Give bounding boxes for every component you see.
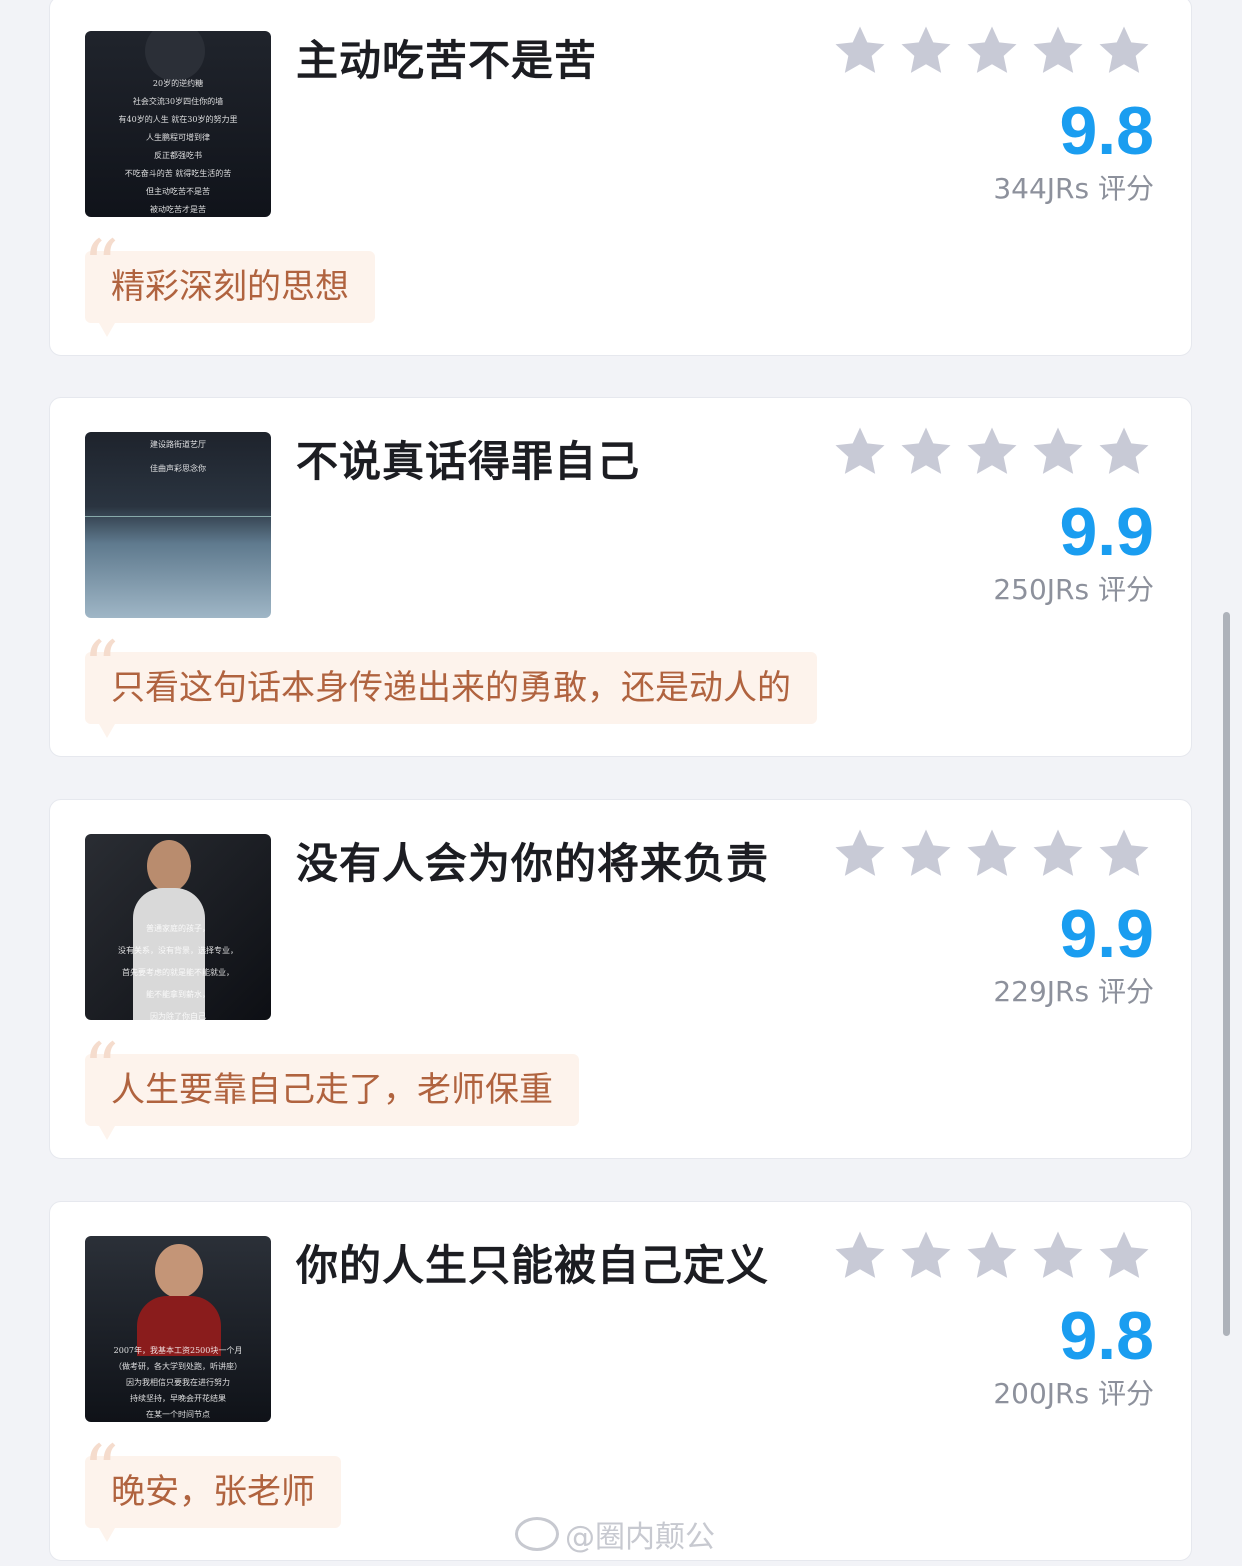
top-comment[interactable]: “ 晚安，张老师 [83, 1436, 341, 1542]
star-icon [835, 26, 885, 73]
rating-card[interactable]: 普通家庭的孩子， 没有关系，没有背景，选择专业， 首先要考虑的就是能不能就业， … [49, 799, 1192, 1159]
thumbnail-caption: 在某一个时间节点 [146, 1410, 210, 1419]
bubble-tail [99, 1126, 115, 1140]
video-thumbnail[interactable]: 普通家庭的孩子， 没有关系，没有背景，选择专业， 首先要考虑的就是能不能就业， … [85, 834, 271, 1020]
card-title[interactable]: 主动吃苦不是苦 [296, 27, 597, 88]
thumbnail-caption: 被动吃苦才是苦 [150, 205, 206, 214]
star-icon [1033, 1231, 1083, 1278]
rating-card[interactable]: 20岁的逆约糖 社会交流30岁四住你的墙 有40岁的人生 就在30岁的努力里 人… [49, 0, 1192, 356]
rating-score: 9.9 [1059, 896, 1154, 972]
thumbnail-caption: 佳曲声彩思念你 [150, 464, 206, 473]
star-rating [832, 23, 1152, 79]
scrollbar[interactable] [1223, 612, 1230, 1336]
star-icon [967, 1231, 1017, 1278]
star-icon [901, 26, 951, 73]
thumbnail-caption: 因为除了你自己 [150, 1012, 206, 1020]
rating-score: 9.9 [1059, 494, 1154, 570]
star-icon [1099, 1231, 1149, 1278]
top-comment[interactable]: “ 精彩深刻的思想 [83, 231, 375, 337]
star-icon [901, 427, 951, 474]
top-comment-text: 精彩深刻的思想 [111, 267, 349, 307]
thumbnail-caption: 能不能拿到薪水， [146, 990, 210, 999]
watermark: @圈内颠公 [515, 1512, 715, 1556]
top-comment-text: 晚安，张老师 [111, 1472, 315, 1512]
rating-count: 229JRs 评分 [993, 975, 1154, 1008]
thumbnail-caption: 人生鹏程可增到律 [146, 133, 210, 142]
weibo-icon [515, 1517, 559, 1551]
star-icon [835, 1231, 885, 1278]
thumbnail-caption: 建设路街道艺厅 [150, 440, 206, 449]
rating-score: 9.8 [1059, 1298, 1154, 1374]
star-icon [901, 1231, 951, 1278]
rating-card[interactable]: 2007年，我基本工资2500块一个月 （做考研，各大学到处跑，听讲座） 因为我… [49, 1201, 1192, 1561]
thumbnail-caption: 普通家庭的孩子， [146, 924, 210, 933]
thumbnail-caption: 首先要考虑的就是能不能就业， [122, 968, 234, 977]
star-icon [835, 427, 885, 474]
thumbnail-caption: 但主动吃苦不是苦 [146, 187, 210, 196]
thumbnail-caption: 20岁的逆约糖 [152, 79, 204, 88]
rating-count: 344JRs 评分 [993, 172, 1154, 205]
bubble-tail [99, 724, 115, 738]
thumbnail-caption: 反正都强吃书 [154, 151, 202, 160]
card-title[interactable]: 没有人会为你的将来负责 [296, 830, 769, 891]
star-icon [967, 427, 1017, 474]
star-icon [1099, 829, 1149, 876]
bubble-tail [99, 1528, 115, 1542]
top-comment[interactable]: “ 只看这句话本身传递出来的勇敢，还是动人的 [83, 632, 817, 738]
star-icon [1033, 829, 1083, 876]
star-icon [835, 829, 885, 876]
rating-card[interactable]: 建设路街道艺厅 佳曲声彩思念你 不说真话得罪自己 9.9 250JRs 评分 “… [49, 397, 1192, 757]
rating-count: 200JRs 评分 [993, 1377, 1154, 1410]
star-icon [1033, 427, 1083, 474]
star-rating [832, 1228, 1152, 1284]
video-thumbnail[interactable]: 建设路街道艺厅 佳曲声彩思念你 [85, 432, 271, 618]
thumbnail-caption: 没有关系，没有背景，选择专业， [118, 946, 238, 955]
rating-score: 9.8 [1059, 93, 1154, 169]
top-comment[interactable]: “ 人生要靠自己走了，老师保重 [83, 1034, 579, 1140]
star-icon [1033, 26, 1083, 73]
thumbnail-caption: 有40岁的人生 就在30岁的努力里 [118, 115, 238, 124]
card-title[interactable]: 不说真话得罪自己 [296, 428, 640, 489]
thumbnail-caption: 社会交流30岁四住你的墙 [132, 97, 224, 106]
star-icon [1099, 427, 1149, 474]
star-rating [832, 424, 1152, 480]
star-icon [901, 829, 951, 876]
watermark-text: @圈内颠公 [565, 1520, 715, 1555]
top-comment-text: 人生要靠自己走了，老师保重 [111, 1070, 553, 1110]
star-rating [832, 826, 1152, 882]
star-icon [1099, 26, 1149, 73]
top-comment-text: 只看这句话本身传递出来的勇敢，还是动人的 [111, 668, 791, 708]
thumbnail-caption: 不吃奋斗的苦 就得吃生活的苦 [124, 169, 232, 178]
bubble-tail [99, 323, 115, 337]
video-thumbnail[interactable]: 2007年，我基本工资2500块一个月 （做考研，各大学到处跑，听讲座） 因为我… [85, 1236, 271, 1422]
rating-count: 250JRs 评分 [993, 573, 1154, 606]
star-icon [967, 829, 1017, 876]
video-thumbnail[interactable]: 20岁的逆约糖 社会交流30岁四住你的墙 有40岁的人生 就在30岁的努力里 人… [85, 31, 271, 217]
star-icon [967, 26, 1017, 73]
card-title[interactable]: 你的人生只能被自己定义 [296, 1232, 769, 1293]
